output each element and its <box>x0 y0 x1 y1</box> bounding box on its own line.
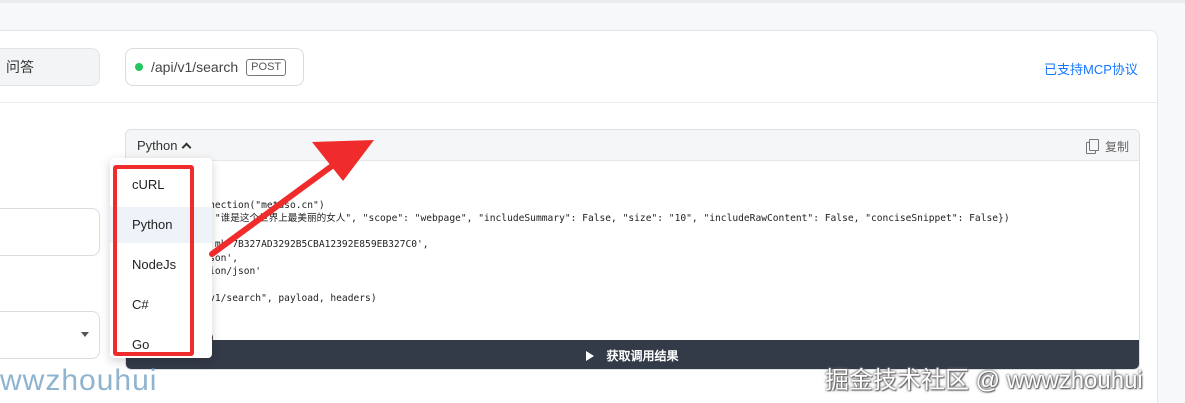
code-body: ient.HTTPSConnection("metaso.cn") n.dump… <box>134 172 1124 344</box>
chevron-up-icon <box>182 142 192 153</box>
code-panel-header: Python 复制 <box>126 130 1139 161</box>
code-line: n.dumps({"q": "谁是这个世界上最美丽的女人", "scope": … <box>134 212 1010 224</box>
method-badge: POST <box>246 58 287 76</box>
language-select[interactable]: Python <box>137 138 192 153</box>
code-line: ion': 'Bearer mk-7B327AD3292B5CBA12392E8… <box>134 239 429 251</box>
mode-tab-label: 问答 <box>6 59 34 75</box>
endpoint-badge: /api/v1/search POST <box>125 48 304 86</box>
run-label: 获取调用结果 <box>606 349 679 363</box>
copy-icon <box>1085 139 1099 154</box>
language-select-label: Python <box>137 138 178 153</box>
mcp-support-link[interactable]: 已支持MCP协议 <box>1044 59 1138 78</box>
watermark-left: wwzhouhui <box>0 364 158 397</box>
scope-select[interactable] <box>0 311 100 359</box>
header-divider <box>0 102 1157 103</box>
code-line: POST", "/api/v1/search", payload, header… <box>134 292 377 304</box>
copy-label: 复制 <box>1104 140 1129 154</box>
status-dot-icon <box>135 63 143 71</box>
code-line: ient.HTTPSConnection("metaso.cn") <box>134 199 325 211</box>
query-input[interactable] <box>0 208 100 256</box>
copy-button[interactable]: 复制 <box>1085 138 1129 155</box>
code-panel: Python 复制 ient.HTTPSConnection("metaso.c… <box>125 129 1140 370</box>
code-line: e': 'application/json' <box>134 265 1124 278</box>
endpoint-path: /api/v1/search <box>151 59 239 75</box>
play-icon <box>586 350 595 361</box>
top-strip <box>0 0 1185 3</box>
watermark-right: 掘金技术社区 @ wwwzhouhui <box>825 367 1143 394</box>
code-line: response() <box>134 305 1124 318</box>
mode-tab-qa[interactable]: 问答 <box>0 48 100 86</box>
caret-down-icon <box>81 332 89 337</box>
code-line: application/json', <box>134 252 1124 265</box>
annotation-highlight-box <box>113 165 194 356</box>
code-line: ad() <box>134 318 1124 331</box>
